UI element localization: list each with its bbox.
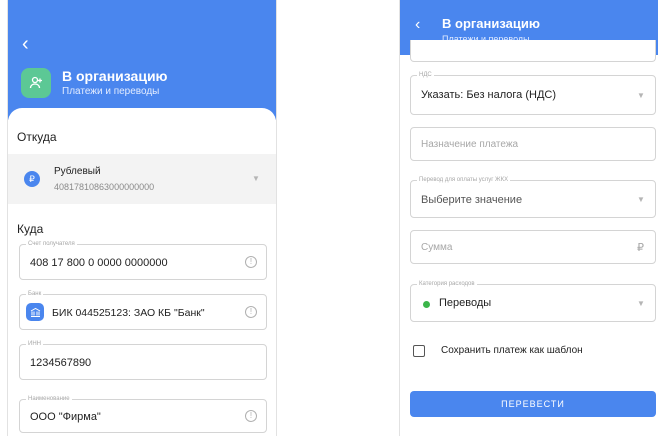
field-label: Категория расходов [417, 280, 477, 288]
page-title: В организацию [62, 68, 168, 84]
bank-icon [26, 303, 44, 321]
field-value: ООО "Фирма" [30, 411, 101, 423]
previous-field-edge [410, 40, 656, 62]
page-subtitle: Платежи и переводы [62, 86, 160, 97]
header: ‹ В организацию Платежи и переводы [8, 0, 276, 120]
amount-field[interactable]: Сумма ₽ [410, 230, 656, 264]
info-icon[interactable]: ! [245, 256, 257, 268]
field-label: Счет получателя [26, 240, 77, 248]
category-select[interactable]: Категория расходов Переводы ▼ [410, 280, 656, 322]
screen-recipient-details: ‹ В организацию Платежи и переводы Откуд… [7, 0, 277, 436]
chevron-down-icon: ▼ [637, 299, 645, 308]
save-template-checkbox[interactable] [413, 345, 425, 357]
form-body: Откуда ₽ Рублевый 40817810863000000000 ▼… [8, 108, 276, 436]
purpose-field[interactable]: Назначение платежа [410, 127, 656, 161]
chevron-down-icon: ▼ [637, 195, 645, 204]
field-value: Указать: Без налога (НДС) [421, 89, 556, 101]
field-value: БИК 044525123: ЗАО КБ "Банк" [52, 307, 205, 319]
from-section-label: Откуда [17, 130, 57, 144]
field-label: ИНН [26, 340, 43, 348]
save-template-label: Сохранить платеж как шаблон [441, 345, 583, 356]
inn-field[interactable]: ИНН 1234567890 [19, 340, 267, 380]
transfer-button[interactable]: ПЕРЕВЕСТИ [410, 391, 656, 417]
back-arrow-icon[interactable]: ‹ [415, 17, 420, 33]
chevron-down-icon: ▼ [252, 174, 260, 183]
name-field[interactable]: Наименование ООО "Фирма" ! [19, 395, 267, 433]
back-arrow-icon[interactable]: ‹ [22, 34, 29, 54]
source-account-select[interactable]: ₽ Рублевый 40817810863000000000 ▼ [8, 154, 276, 204]
vat-select[interactable]: НДС Указать: Без налога (НДС) ▼ [410, 71, 656, 115]
recipient-account-field[interactable]: Счет получателя 408 17 800 0 0000 000000… [19, 240, 267, 280]
field-value: Переводы [439, 297, 492, 309]
field-placeholder: Сумма [421, 242, 453, 253]
field-label: Банк [26, 290, 44, 298]
account-name: Рублевый [54, 166, 101, 177]
field-placeholder: Назначение платежа [421, 139, 519, 150]
field-label: НДС [417, 71, 434, 79]
field-label: Перевод для оплаты услуг ЖКХ [417, 176, 511, 184]
to-section-label: Куда [17, 222, 44, 236]
ruble-icon: ₽ [24, 171, 40, 187]
field-value: 1234567890 [30, 357, 92, 369]
category-dot-icon [423, 301, 430, 308]
screen-payment-details: ‹ В организацию Платежи и переводы НДС У… [399, 0, 658, 436]
info-icon[interactable]: ! [245, 410, 257, 422]
field-value: 408 17 800 0 0000 0000000 [30, 257, 168, 269]
ruble-icon: ₽ [637, 242, 644, 254]
page-title: В организацию [442, 16, 540, 31]
utilities-select[interactable]: Перевод для оплаты услуг ЖКХ Выберите зн… [410, 176, 656, 218]
field-value: Выберите значение [421, 194, 523, 206]
bank-field[interactable]: Банк БИК 044525123: ЗАО КБ "Банк" ! [19, 290, 267, 330]
organization-icon [21, 68, 51, 98]
chevron-down-icon: ▼ [637, 91, 645, 100]
field-label: Наименование [26, 395, 72, 403]
account-number: 40817810863000000000 [54, 182, 155, 192]
info-icon[interactable]: ! [245, 306, 257, 318]
